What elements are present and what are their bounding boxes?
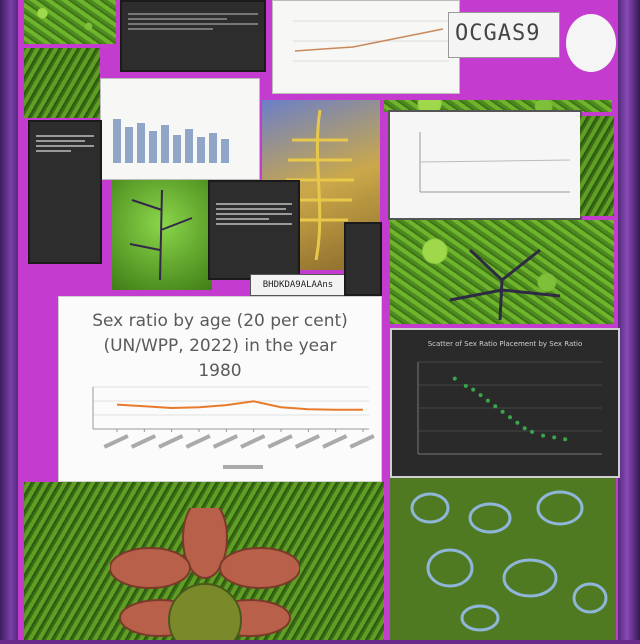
scatter-point <box>500 409 505 414</box>
flower-photo <box>109 497 301 644</box>
series-line <box>116 400 363 411</box>
scatter-point <box>463 383 468 388</box>
scatter-point <box>493 404 498 409</box>
x-tick-label <box>267 434 293 449</box>
scatter-point <box>478 393 483 398</box>
thumbnail-axis-chart <box>388 110 582 220</box>
moss-tile-right <box>580 116 614 216</box>
x-tick-label <box>158 434 184 449</box>
scatter-point <box>541 433 546 438</box>
thumbnail-dark-document-mid <box>208 180 300 280</box>
scatter-point <box>485 398 490 403</box>
thumbnail-dark-document-top <box>120 0 266 72</box>
cell-texture-graphic <box>410 490 608 632</box>
flower-graphic <box>109 497 301 644</box>
x-tick-label <box>240 434 266 449</box>
moss-tile-left <box>24 48 100 118</box>
scatter-point <box>530 429 535 434</box>
leaf-veins-graphic <box>129 189 193 281</box>
label-card: OCGAS9 <box>448 12 560 58</box>
tag-label: BHDKDA9ALAAns <box>250 274 346 296</box>
scatter-chart-plot <box>417 361 602 455</box>
scatter-point <box>515 420 520 425</box>
thumbnail-line-chart-top <box>272 0 460 94</box>
scatter-chart-title: Scatter of Sex Ratio Placement by Sex Ra… <box>427 340 583 348</box>
moss-tile-top-left <box>24 0 116 44</box>
scatter-point <box>552 435 557 440</box>
scatter-point <box>508 415 512 420</box>
thumbnail-dark-small <box>344 222 382 296</box>
thumbnail-dark-panel-left <box>28 120 102 264</box>
x-tick-label <box>103 434 129 449</box>
x-axis-label <box>223 465 263 469</box>
leaf-photo <box>112 180 212 290</box>
white-blob <box>566 14 616 72</box>
x-tick-label <box>294 434 321 449</box>
label-text: OCGAS9 <box>455 21 541 46</box>
scatter-point <box>522 426 527 431</box>
thumbnail-line-chart-graphic <box>293 20 449 62</box>
thumbnail-bar-chart <box>100 78 260 180</box>
scatter-point <box>471 387 476 392</box>
x-tick-label <box>212 434 239 449</box>
x-tick-label <box>130 434 157 449</box>
moss-tree-photo <box>390 220 614 324</box>
x-tick-label <box>185 434 211 449</box>
cell-texture-photo <box>390 478 616 640</box>
thumbnail-axis-chart-graphic <box>419 132 571 193</box>
scatter-point <box>563 437 568 442</box>
x-tick-label <box>322 434 348 449</box>
main-chart-title: Sex ratio by age (20 per cent) (UN/WPP, … <box>92 311 348 381</box>
main-chart-card: Sex ratio by age (20 per cent) (UN/WPP, … <box>58 296 382 482</box>
scatter-point <box>452 376 457 381</box>
scatter-chart-card: Scatter of Sex Ratio Placement by Sex Ra… <box>390 328 620 478</box>
tree-graphic <box>449 248 561 321</box>
thumbnail-bar-chart-graphic <box>113 119 229 163</box>
x-tick-label <box>349 434 375 449</box>
main-chart-plot <box>92 386 375 469</box>
